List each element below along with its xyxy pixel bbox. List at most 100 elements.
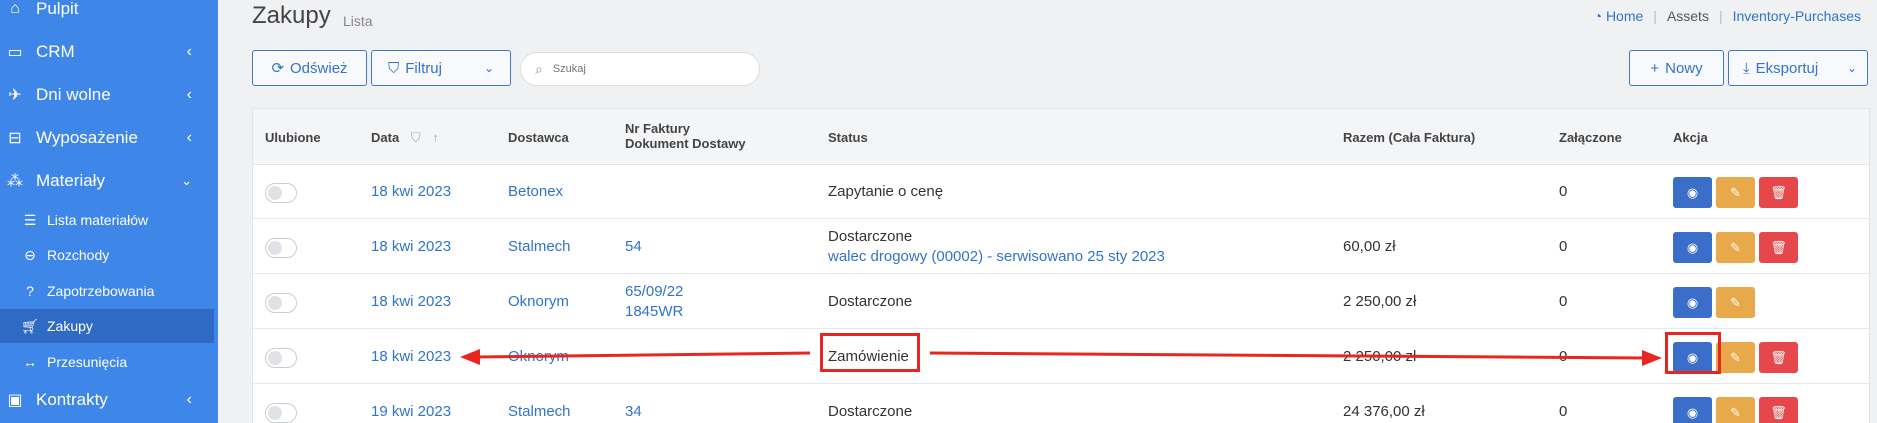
- total-amount: 60,00 zł: [1343, 238, 1396, 255]
- minus-circle-icon: ⊖: [24, 246, 36, 263]
- view-button[interactable]: ◉: [1673, 177, 1712, 208]
- eye-icon: ◉: [1686, 404, 1699, 420]
- delete-button[interactable]: 🗑︎: [1759, 177, 1798, 208]
- breadcrumb-home[interactable]: ◔ Home: [1594, 8, 1644, 24]
- column-header-total: Razem (Cała Faktura): [1343, 130, 1476, 145]
- chevron-left-icon: ‹: [186, 391, 192, 408]
- sidebar-subitem-label: Przesunięcia: [47, 354, 128, 370]
- id-card-icon: ▭: [7, 44, 23, 61]
- status-text: Dostarczone: [828, 293, 913, 310]
- breadcrumb-separator: |: [1718, 8, 1723, 24]
- edit-button[interactable]: ✎: [1716, 232, 1755, 263]
- delivery-doc-link[interactable]: 1845WR: [625, 303, 683, 320]
- export-button-label: Eksportuj: [1755, 59, 1819, 77]
- supplier-link[interactable]: Stalmech: [508, 238, 571, 255]
- supplier-link[interactable]: Oknorym: [508, 293, 569, 310]
- breadcrumb-home-label: Home: [1605, 8, 1644, 24]
- sidebar-item-crm[interactable]: ▭ CRM ‹: [0, 32, 218, 72]
- chevron-left-icon: ‹: [186, 129, 192, 146]
- filter-icon[interactable]: ⛉: [411, 130, 421, 145]
- status-related-link[interactable]: walec drogowy (00002) - serwisowano 25 s…: [828, 248, 1165, 265]
- page-title: Zakupy: [252, 2, 331, 29]
- column-header-date[interactable]: Data ⛉ ↑: [371, 130, 439, 146]
- edit-button[interactable]: ✎: [1716, 177, 1755, 208]
- date-link[interactable]: 18 kwi 2023: [371, 183, 451, 200]
- delete-button[interactable]: 🗑︎: [1759, 397, 1798, 423]
- delete-button[interactable]: 🗑︎: [1759, 232, 1798, 263]
- column-header-invoice: Nr Faktury Dokument Dostawy: [625, 121, 746, 151]
- supplier-link[interactable]: Stalmech: [508, 403, 571, 420]
- filter-button[interactable]: ⛉ Filtruj ⌄: [371, 50, 511, 86]
- sidebar-subitem-zakupy[interactable]: 🛒︎ Zakupy: [0, 309, 214, 343]
- sidebar-item-dni-wolne[interactable]: ✈ Dni wolne ‹: [0, 75, 218, 115]
- sidebar-subitem-label: Zakupy: [47, 318, 93, 334]
- sort-up-icon[interactable]: ↑: [432, 130, 439, 145]
- date-link[interactable]: 18 kwi 2023: [371, 348, 451, 365]
- breadcrumb: ◔ Home | Assets | Inventory-Purchases: [1594, 8, 1861, 24]
- total-amount: 24 376,00 zł: [1343, 403, 1425, 420]
- favorite-toggle[interactable]: [265, 293, 297, 313]
- trash-icon: 🗑︎: [1770, 349, 1787, 365]
- purchases-table: Ulubione Data ⛉ ↑ Dostawca Nr Faktury Do…: [252, 108, 1870, 423]
- export-button[interactable]: ⤓ Eksportuj ⌄: [1728, 50, 1868, 86]
- attached-count: 0: [1559, 348, 1568, 365]
- search-input[interactable]: [552, 63, 733, 75]
- status-text: Dostarczone: [828, 403, 913, 420]
- edit-button[interactable]: ✎: [1716, 287, 1755, 318]
- favorite-toggle[interactable]: [265, 403, 297, 423]
- view-button[interactable]: ◉: [1673, 397, 1712, 423]
- column-header-supplier: Dostawca: [508, 130, 569, 145]
- pencil-icon: ✎: [1730, 349, 1741, 365]
- trash-icon: 🗑︎: [1770, 184, 1787, 200]
- favorite-toggle[interactable]: [265, 348, 297, 368]
- breadcrumb-current[interactable]: Inventory-Purchases: [1733, 8, 1861, 24]
- table-row: 18 kwi 2023 Oknorym Zamówienie 2 250,00 …: [253, 330, 1869, 384]
- invoice-link[interactable]: 34: [625, 403, 642, 420]
- annotation-highlight-status: [820, 333, 920, 372]
- column-header-invoice-line2: Dokument Dostawy: [625, 136, 746, 151]
- attached-count: 0: [1559, 238, 1568, 255]
- home-icon: ⌂: [10, 0, 20, 17]
- page-subtitle: Lista: [343, 13, 373, 29]
- sidebar-subitem-lista-materialow[interactable]: ☰ Lista materiałów: [0, 203, 218, 237]
- download-icon: ⤓: [1743, 59, 1750, 77]
- sidebar-item-label: Dni wolne: [36, 85, 111, 104]
- attached-count: 0: [1559, 183, 1568, 200]
- refresh-button[interactable]: ⟳ Odśwież: [252, 50, 367, 86]
- favorite-toggle[interactable]: [265, 238, 297, 258]
- eye-icon: ◉: [1686, 184, 1699, 200]
- column-header-invoice-line1: Nr Faktury: [625, 121, 691, 136]
- filter-icon: ⛉: [388, 59, 400, 77]
- sidebar-item-kontrakty[interactable]: ▣ Kontrakty ‹: [0, 380, 218, 420]
- sidebar-subitem-przesuniecia[interactable]: ↔ Przesunięcia: [0, 345, 218, 379]
- sidebar-subitem-zapotrzebowania[interactable]: ? Zapotrzebowania: [0, 274, 218, 308]
- attached-count: 0: [1559, 403, 1568, 420]
- sidebar-subitem-rozchody[interactable]: ⊖ Rozchody: [0, 238, 218, 272]
- supplier-link[interactable]: Betonex: [508, 183, 563, 200]
- sidebar-item-label: Wyposażenie: [36, 128, 138, 147]
- sidebar-item-pulpit[interactable]: ⌂ Pulpit: [0, 0, 218, 29]
- favorite-toggle[interactable]: [265, 183, 297, 203]
- sidebar-item-materialy[interactable]: ⁂ Materiały ⌄: [0, 161, 218, 201]
- column-header-status: Status: [828, 130, 868, 145]
- dashboard-icon: ◔: [1593, 8, 1603, 24]
- view-button[interactable]: ◉: [1673, 287, 1712, 318]
- invoice-link[interactable]: 54: [625, 238, 642, 255]
- table-header: Ulubione Data ⛉ ↑ Dostawca Nr Faktury Do…: [253, 109, 1869, 165]
- edit-button[interactable]: ✎: [1716, 397, 1755, 423]
- supplier-link[interactable]: Oknorym: [508, 348, 569, 365]
- edit-button[interactable]: ✎: [1716, 342, 1755, 373]
- view-button[interactable]: ◉: [1673, 232, 1712, 263]
- date-link[interactable]: 18 kwi 2023: [371, 293, 451, 310]
- pencil-icon: ✎: [1730, 404, 1741, 420]
- date-link[interactable]: 19 kwi 2023: [371, 403, 451, 420]
- column-header-date-label: Data: [371, 130, 400, 145]
- search-box[interactable]: ⌕: [520, 52, 760, 86]
- sidebar-subitem-label: Lista materiałów: [47, 212, 149, 228]
- date-link[interactable]: 18 kwi 2023: [371, 238, 451, 255]
- delete-button[interactable]: 🗑︎: [1759, 342, 1798, 373]
- new-button[interactable]: + Nowy: [1629, 50, 1724, 86]
- sidebar-item-wyposazenie[interactable]: ⊟ Wyposażenie ‹: [0, 118, 218, 158]
- eye-icon: ◉: [1686, 294, 1699, 310]
- invoice-link[interactable]: 65/09/22: [625, 283, 683, 300]
